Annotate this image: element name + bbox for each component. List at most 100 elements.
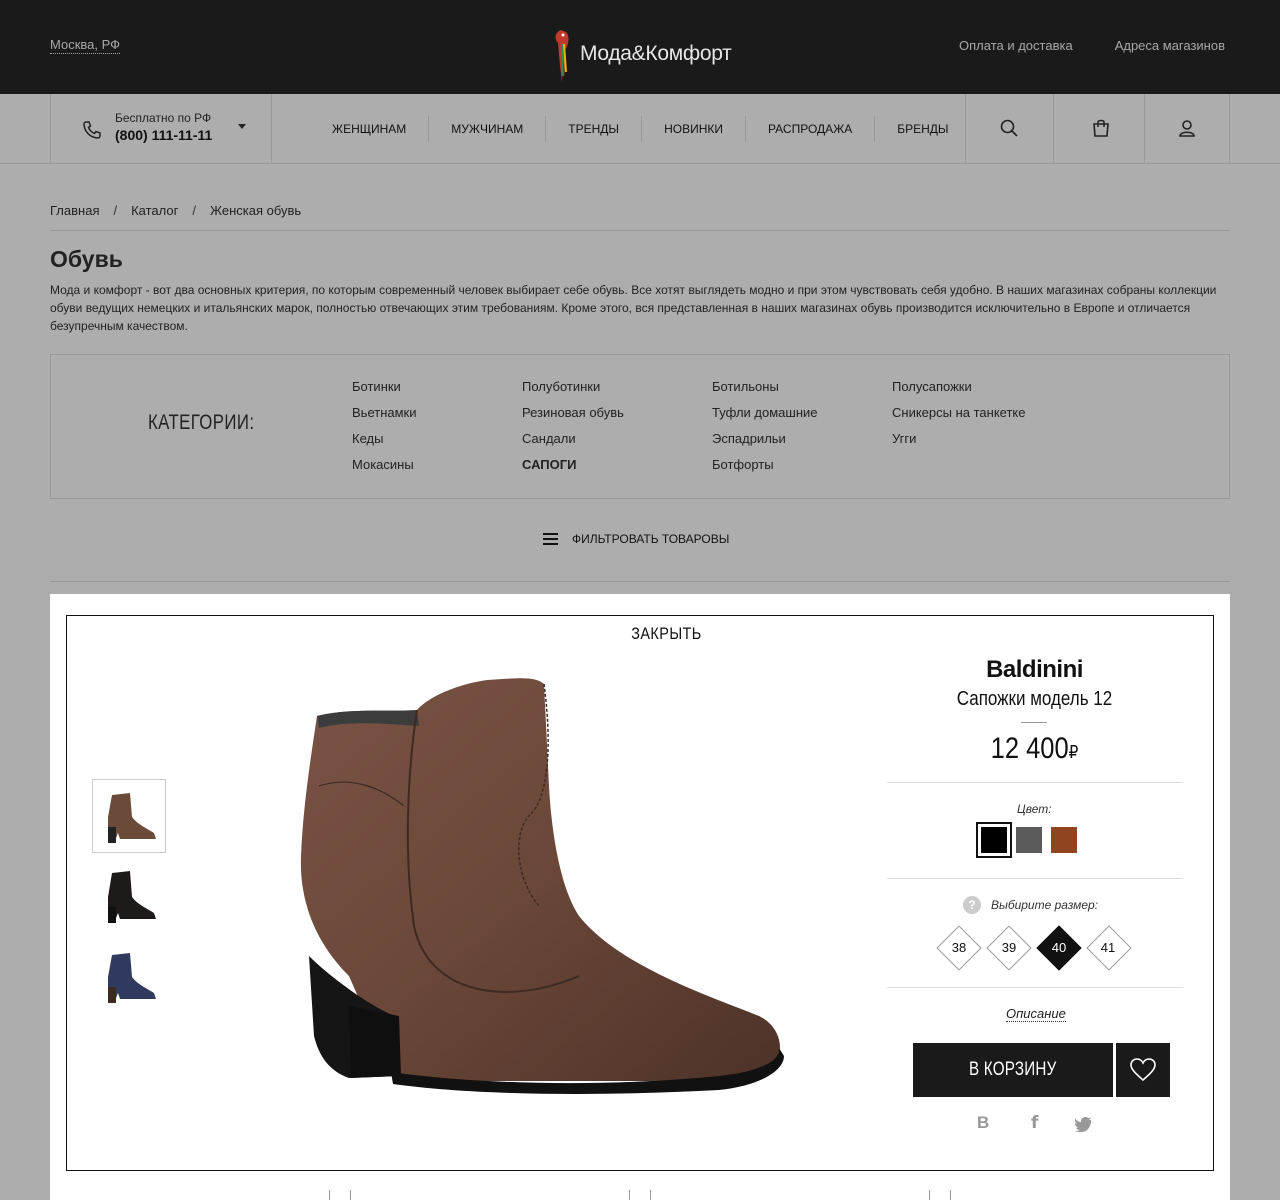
- category-link[interactable]: Полуботинки: [522, 379, 624, 395]
- size-label: Выбирите размер:: [991, 898, 1099, 912]
- category-link[interactable]: Ботинки: [352, 379, 417, 395]
- cart-button-label: В КОРЗИНУ: [969, 1059, 1057, 1080]
- phone-number[interactable]: (800) 111-11-11: [115, 127, 212, 143]
- filter-button[interactable]: ФИЛЬТРОВАТЬ ТОВАРОВЫ: [543, 532, 729, 546]
- boot-thumbnail-icon: [108, 871, 156, 923]
- divider: [887, 987, 1183, 988]
- divider: [887, 878, 1183, 879]
- breadcrumb-current: Женская обувь: [210, 203, 302, 218]
- menu-item-men[interactable]: МУЖЧИНАМ: [429, 116, 545, 142]
- divider: [965, 94, 966, 164]
- divider: [629, 1190, 630, 1200]
- category-link[interactable]: Сандали: [522, 431, 624, 447]
- size-value: 38: [951, 940, 967, 955]
- category-link[interactable]: Эспадрильи: [712, 431, 818, 447]
- boot-thumbnail-icon: [108, 793, 156, 843]
- vk-share-icon[interactable]: В: [977, 1113, 989, 1133]
- category-link[interactable]: Туфли домашние: [712, 405, 818, 421]
- breadcrumb-home[interactable]: Главная: [50, 203, 99, 218]
- search-icon[interactable]: [999, 118, 1019, 138]
- category-link-active[interactable]: САПОГИ: [522, 457, 624, 473]
- twitter-icon[interactable]: [1075, 1117, 1093, 1132]
- category-link[interactable]: Полусапожки: [892, 379, 1025, 395]
- category-link[interactable]: Ботильоны: [712, 379, 818, 395]
- close-button[interactable]: ЗАКРЫТЬ: [620, 624, 713, 644]
- category-link[interactable]: Кеды: [352, 431, 417, 447]
- category-link[interactable]: Ботфорты: [712, 457, 818, 473]
- category-link[interactable]: Мокасины: [352, 457, 417, 473]
- breadcrumb: Главная / Каталог / Женская обувь: [50, 203, 301, 218]
- user-icon[interactable]: [1177, 118, 1197, 138]
- divider: [1053, 94, 1054, 164]
- menu-item-trends[interactable]: ТРЕНДЫ: [546, 116, 641, 142]
- divider: [50, 581, 1230, 582]
- divider: [1144, 94, 1145, 164]
- product-image: [300, 678, 784, 1094]
- wishlist-button[interactable]: [1116, 1043, 1170, 1097]
- phone-caption: Бесплатно по РФ: [115, 111, 212, 125]
- menu-item-women[interactable]: ЖЕНЩИНАМ: [310, 116, 428, 142]
- divider: [887, 782, 1183, 783]
- breadcrumb-separator: /: [113, 203, 118, 218]
- add-to-cart-button[interactable]: В КОРЗИНУ: [913, 1043, 1113, 1097]
- stores-link[interactable]: Адреса магазинов: [1115, 38, 1225, 53]
- boot-thumbnail-icon: [108, 953, 156, 1003]
- divider: [271, 94, 272, 164]
- breadcrumb-separator: /: [192, 203, 196, 218]
- logo-text: Мода&Комфорт: [580, 42, 732, 65]
- top-bar: Москва, РФ Мода&Комфорт Оплата и доставк…: [0, 0, 1280, 94]
- category-link[interactable]: Резиновая обувь: [522, 405, 624, 421]
- category-link[interactable]: Угги: [892, 431, 1025, 447]
- divider: [1229, 94, 1230, 164]
- divider: [50, 94, 51, 164]
- category-link[interactable]: Сникерсы на танкетке: [892, 405, 1025, 421]
- divider: [929, 1190, 930, 1200]
- currency-symbol: ₽: [1068, 742, 1079, 762]
- category-menu: ЖЕНЩИНАМ МУЖЧИНАМ ТРЕНДЫ НОВИНКИ РАСПРОД…: [310, 116, 971, 142]
- menu-item-sale[interactable]: РАСПРОДАЖА: [746, 116, 874, 142]
- category-link[interactable]: Вьетнамки: [352, 405, 417, 421]
- divider: [650, 1190, 651, 1200]
- page-title: Обувь: [50, 246, 123, 272]
- divider: [950, 1190, 951, 1200]
- product-quickview: ЗАКРЫТЬ Baldinini Сапожки модель 12 12 4…: [50, 594, 1230, 1200]
- product-brand: Baldinini: [986, 656, 1083, 683]
- page-description: Мода и комфорт - вот два основных критер…: [50, 283, 1217, 333]
- category-column: Ботинки Вьетнамки Кеды Мокасины: [352, 379, 417, 473]
- color-label: Цвет:: [1017, 802, 1052, 816]
- thumbnail-brown[interactable]: [92, 779, 166, 853]
- description-link[interactable]: Описание: [1006, 1006, 1066, 1022]
- thumbnail-navy[interactable]: [92, 939, 166, 1013]
- bag-icon[interactable]: [1091, 118, 1111, 138]
- parrot-logo-icon: [555, 30, 569, 82]
- city-selector[interactable]: Москва, РФ: [50, 37, 121, 54]
- size-value: 40: [1051, 940, 1067, 955]
- menu-item-new[interactable]: НОВИНКИ: [642, 116, 745, 142]
- categories-title: КАТЕГОРИИ:: [148, 411, 255, 434]
- size-value: 41: [1100, 940, 1116, 955]
- divider: [350, 1190, 351, 1200]
- color-swatch-brown[interactable]: [1051, 827, 1077, 853]
- divider: [1021, 722, 1047, 723]
- color-swatch-black[interactable]: [976, 822, 1012, 858]
- help-icon[interactable]: ?: [963, 896, 981, 914]
- phone-icon: [83, 121, 101, 139]
- breadcrumb-catalog[interactable]: Каталог: [131, 203, 178, 218]
- quickview-frame: ЗАКРЫТЬ Baldinini Сапожки модель 12 12 4…: [66, 615, 1214, 1171]
- size-value: 39: [1001, 940, 1017, 955]
- menu-item-brands[interactable]: БРЕНДЫ: [875, 116, 970, 142]
- category-column: Полуботинки Резиновая обувь Сандали САПО…: [522, 379, 624, 473]
- delivery-link[interactable]: Оплата и доставка: [959, 38, 1073, 53]
- price-value: 12 400: [990, 732, 1069, 765]
- logo[interactable]: Мода&Комфорт: [552, 26, 732, 82]
- color-swatch-gray[interactable]: [1016, 827, 1042, 853]
- facebook-share-icon[interactable]: f: [1031, 1113, 1038, 1133]
- main-nav: Бесплатно по РФ (800) 111-11-11 ЖЕНЩИНАМ…: [0, 94, 1280, 164]
- thumbnail-black[interactable]: [92, 859, 166, 933]
- chevron-down-icon[interactable]: [238, 124, 246, 129]
- category-column: Ботильоны Туфли домашние Эспадрильи Ботф…: [712, 379, 818, 473]
- filter-label: ФИЛЬТРОВАТЬ ТОВАРОВЫ: [572, 532, 730, 546]
- heart-icon: [1130, 1058, 1156, 1082]
- divider: [329, 1190, 330, 1200]
- category-column: Полусапожки Сникерсы на танкетке Угги: [892, 379, 1025, 447]
